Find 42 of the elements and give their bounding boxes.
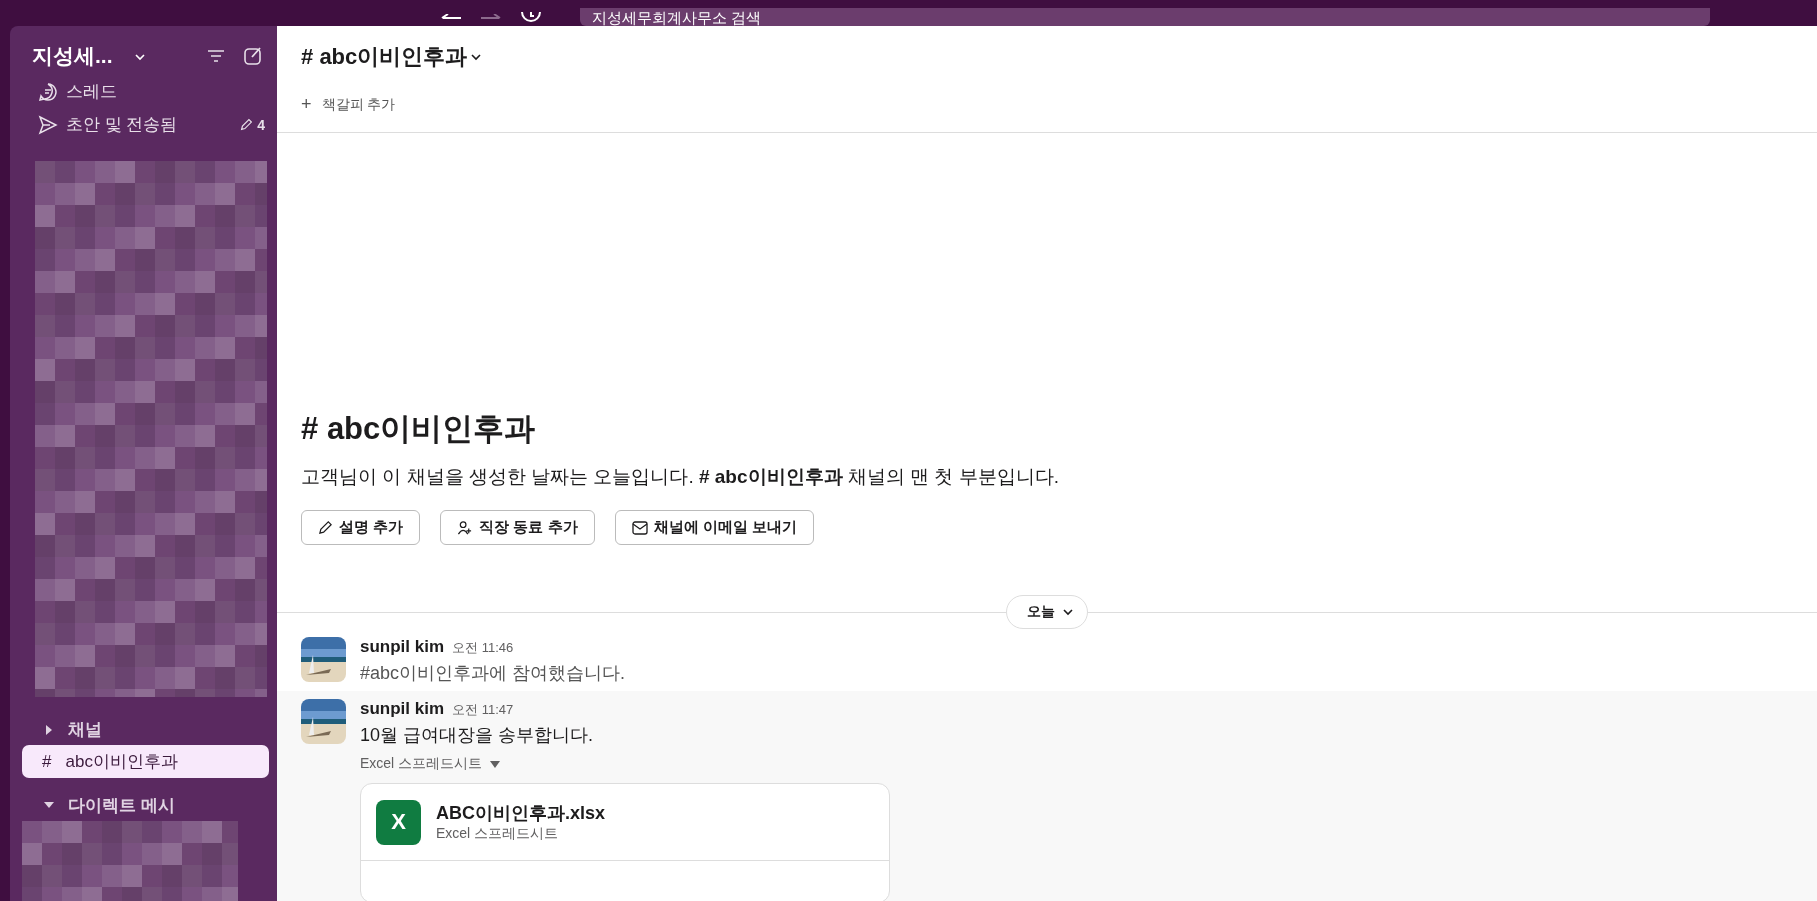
file-name: ABC이비인후과.xlsx	[436, 802, 606, 825]
add-person-icon	[457, 520, 474, 535]
email-icon	[631, 520, 648, 535]
workspace-name[interactable]: 지성세...	[32, 42, 113, 70]
intro-title: # abc이비인후과	[301, 410, 537, 448]
file-card[interactable]: X ABC이비인후과.xlsx Excel 스프레드시트	[360, 783, 890, 901]
sidebar-item[interactable]: 초안 및 전송됨	[66, 113, 178, 137]
section-title[interactable]: 다이렉트 메시	[68, 793, 175, 817]
caret-right-icon[interactable]	[44, 724, 54, 735]
search-field[interactable]: 지성세무회계사무소 검색	[580, 8, 1710, 26]
channel-item[interactable]: # abc이비인후과	[22, 745, 269, 779]
action-button[interactable]: 직장 동료 추가	[440, 510, 595, 545]
channel-title[interactable]: # abc이비인후과	[301, 40, 482, 74]
chevron-icon	[1063, 608, 1073, 616]
add-bookmark-button[interactable]: + 책갈피 추가	[301, 94, 396, 115]
attachment-label: Excel 스프레드시트	[360, 755, 483, 773]
draft-count: 4	[257, 116, 265, 133]
timestamp: 오전 11:47	[452, 701, 514, 719]
section-title[interactable]: 채널	[68, 718, 102, 742]
message-text: #abc이비인후과에 참여했습니다.	[360, 662, 626, 685]
author-name[interactable]: sunpil kim	[360, 699, 445, 719]
avatar	[301, 699, 346, 744]
chevron-icon	[134, 54, 145, 61]
filter-icon[interactable]	[207, 49, 225, 63]
action-button[interactable]: 설명 추가	[301, 510, 421, 545]
pencil-icon	[240, 118, 254, 132]
author-name[interactable]: sunpil kim	[360, 637, 445, 657]
thread-icon	[38, 81, 58, 102]
pencil-icon	[318, 520, 333, 535]
avatar	[301, 637, 346, 682]
send-icon	[38, 114, 58, 135]
file-type: Excel 스프레드시트	[436, 825, 560, 843]
message-text: 10월 급여대장을 송부합니다.	[360, 724, 595, 747]
sidebar-item[interactable]: 스레드	[66, 80, 117, 104]
timestamp: 오전 11:46	[452, 639, 514, 657]
compose-icon[interactable]	[243, 46, 263, 66]
spreadsheet-icon: X	[376, 799, 421, 845]
chevron-icon	[471, 53, 482, 61]
intro-description: 고객님이 이 채널을 생성한 날짜는 오늘입니다. # abc이비인후과 채널의 맨 첫 부분입니다.	[301, 465, 1060, 489]
date-divider-button[interactable]: 오늘	[1006, 595, 1088, 629]
action-button[interactable]: 채널에 이메일 보내기	[614, 510, 814, 545]
caret-down-icon[interactable]	[490, 760, 501, 768]
